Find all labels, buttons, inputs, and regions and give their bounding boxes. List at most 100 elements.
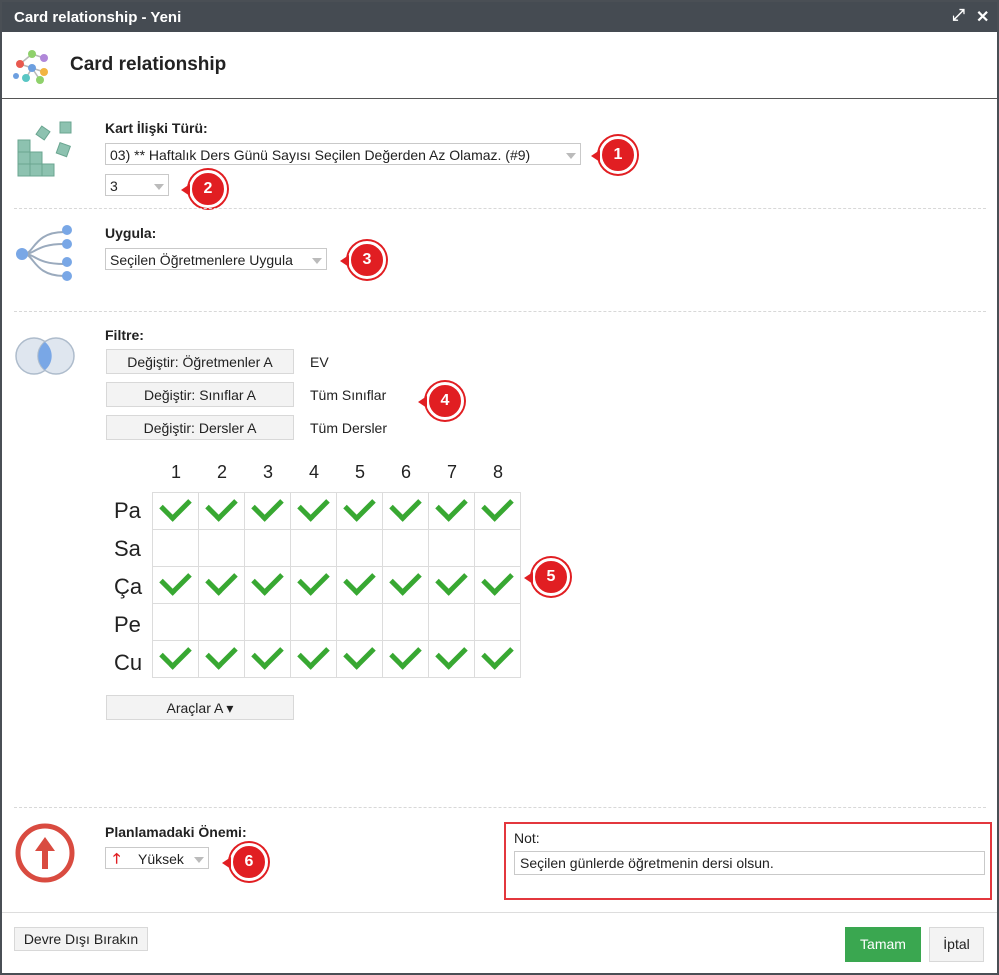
schedule-cell[interactable] xyxy=(336,489,383,530)
schedule-row xyxy=(152,563,521,604)
schedule-cell[interactable] xyxy=(152,603,199,641)
importance-select[interactable]: 🡑 Yüksek xyxy=(105,847,209,869)
checkmark-icon xyxy=(389,563,422,596)
window-title: Card relationship - Yeni xyxy=(14,9,182,26)
schedule-cell[interactable] xyxy=(290,489,337,530)
importance-label: Planlamadaki Önemi: xyxy=(105,824,247,840)
checkmark-icon xyxy=(297,489,330,522)
schedule-cell[interactable] xyxy=(290,529,337,567)
day-header: Pa xyxy=(114,498,141,523)
checkmark-icon xyxy=(435,637,468,670)
schedule-cell[interactable] xyxy=(428,603,475,641)
dialog-header: Card relationship xyxy=(2,32,997,99)
disable-button[interactable]: Devre Dışı Bırakın xyxy=(14,927,148,951)
checkmark-icon xyxy=(343,637,376,670)
day-header: Pe xyxy=(114,612,141,637)
subjects-filter-value: Tüm Dersler xyxy=(310,420,388,436)
schedule-cell[interactable] xyxy=(474,563,521,604)
schedule-cell[interactable] xyxy=(198,489,245,530)
callout-badge-3: 3 xyxy=(340,241,386,279)
checkmark-icon xyxy=(297,637,330,670)
period-header: 1 xyxy=(170,462,181,482)
note-label: Not: xyxy=(514,830,540,846)
note-input[interactable]: Seçilen günlerde öğretmenin dersi olsun. xyxy=(514,851,985,875)
schedule-cell[interactable] xyxy=(152,563,199,604)
schedule-cell[interactable] xyxy=(336,603,383,641)
schedule-cell[interactable] xyxy=(290,563,337,604)
checkmark-icon xyxy=(159,563,192,596)
schedule-cell[interactable] xyxy=(382,563,429,604)
checkmark-icon xyxy=(159,637,192,670)
teachers-filter-value: EV xyxy=(310,354,329,370)
schedule-cell[interactable] xyxy=(244,563,291,604)
section-divider xyxy=(14,311,986,312)
maximize-icon[interactable]: ⤢ xyxy=(952,7,965,25)
relation-type-select[interactable]: 03) ** Haftalık Ders Günü Sayısı Seçilen… xyxy=(105,143,581,165)
apply-value: Seçilen Öğretmenlere Uygula xyxy=(110,252,293,268)
period-header: 8 xyxy=(492,462,503,482)
schedule-cell[interactable] xyxy=(244,489,291,530)
schedule-cell[interactable] xyxy=(428,637,475,678)
close-icon[interactable]: ✕ xyxy=(976,7,989,27)
schedule-cell[interactable] xyxy=(474,489,521,530)
checkmark-icon xyxy=(481,637,514,670)
blocks-icon xyxy=(17,121,72,177)
schedule-cell[interactable] xyxy=(336,637,383,678)
schedule-cell[interactable] xyxy=(244,529,291,567)
change-classes-button[interactable]: Değiştir: Sınıflar A xyxy=(106,382,294,407)
cancel-button[interactable]: İptal xyxy=(929,927,984,962)
schedule-cell[interactable] xyxy=(198,529,245,567)
schedule-cell[interactable] xyxy=(382,529,429,567)
schedule-cell[interactable] xyxy=(382,489,429,530)
schedule-cell[interactable] xyxy=(474,603,521,641)
note-panel: Not: Seçilen günlerde öğretmenin dersi o… xyxy=(504,822,992,900)
schedule-cell[interactable] xyxy=(474,637,521,678)
schedule-cell[interactable] xyxy=(152,489,199,530)
schedule-cell[interactable] xyxy=(428,489,475,530)
schedule-row xyxy=(152,529,521,567)
period-header: 7 xyxy=(446,462,457,482)
schedule-cell[interactable] xyxy=(474,529,521,567)
relation-type-label: Kart İlişki Türü: xyxy=(105,120,208,136)
relation-value-select[interactable]: 3 xyxy=(105,174,169,196)
schedule-cell[interactable] xyxy=(428,529,475,567)
period-header: 4 xyxy=(308,462,319,482)
ok-button[interactable]: Tamam xyxy=(845,927,921,962)
checkmark-icon xyxy=(435,489,468,522)
apply-select[interactable]: Seçilen Öğretmenlere Uygula xyxy=(105,248,327,270)
callout-badge-2: 2 xyxy=(181,170,227,208)
callout-badge-4: 4 xyxy=(418,382,464,420)
checkmark-icon xyxy=(389,489,422,522)
schedule-cell[interactable] xyxy=(290,603,337,641)
schedule-cell[interactable] xyxy=(244,603,291,641)
schedule-row xyxy=(152,489,521,530)
schedule-cell[interactable] xyxy=(428,563,475,604)
schedule-cell[interactable] xyxy=(244,637,291,678)
checkmark-icon xyxy=(389,637,422,670)
period-header: 5 xyxy=(354,462,365,482)
schedule-cell[interactable] xyxy=(152,529,199,567)
schedule-cell[interactable] xyxy=(336,563,383,604)
schedule-cell[interactable] xyxy=(198,637,245,678)
schedule-cell[interactable] xyxy=(198,563,245,604)
change-subjects-button[interactable]: Değiştir: Dersler A xyxy=(106,415,294,440)
callout-badge-1: 1 xyxy=(591,136,637,174)
schedule-cell[interactable] xyxy=(152,637,199,678)
tools-button[interactable]: Araçlar A ▾ xyxy=(106,695,294,720)
checkmark-icon xyxy=(481,489,514,522)
checkmark-icon xyxy=(251,637,284,670)
checkmark-icon xyxy=(251,489,284,522)
schedule-cell[interactable] xyxy=(382,637,429,678)
checkmark-icon xyxy=(205,563,238,596)
schedule-cell[interactable] xyxy=(290,637,337,678)
schedule-cell[interactable] xyxy=(382,603,429,641)
schedule-cell[interactable] xyxy=(336,529,383,567)
checkmark-icon xyxy=(343,489,376,522)
title-bar[interactable]: Card relationship - Yeni ⤢ ✕ xyxy=(2,2,997,32)
schedule-row xyxy=(152,603,521,641)
checkmark-icon xyxy=(205,489,238,522)
change-teachers-button[interactable]: Değiştir: Öğretmenler A xyxy=(106,349,294,374)
schedule-cell[interactable] xyxy=(198,603,245,641)
checkmark-icon xyxy=(481,563,514,596)
chevron-down-icon xyxy=(154,184,164,190)
